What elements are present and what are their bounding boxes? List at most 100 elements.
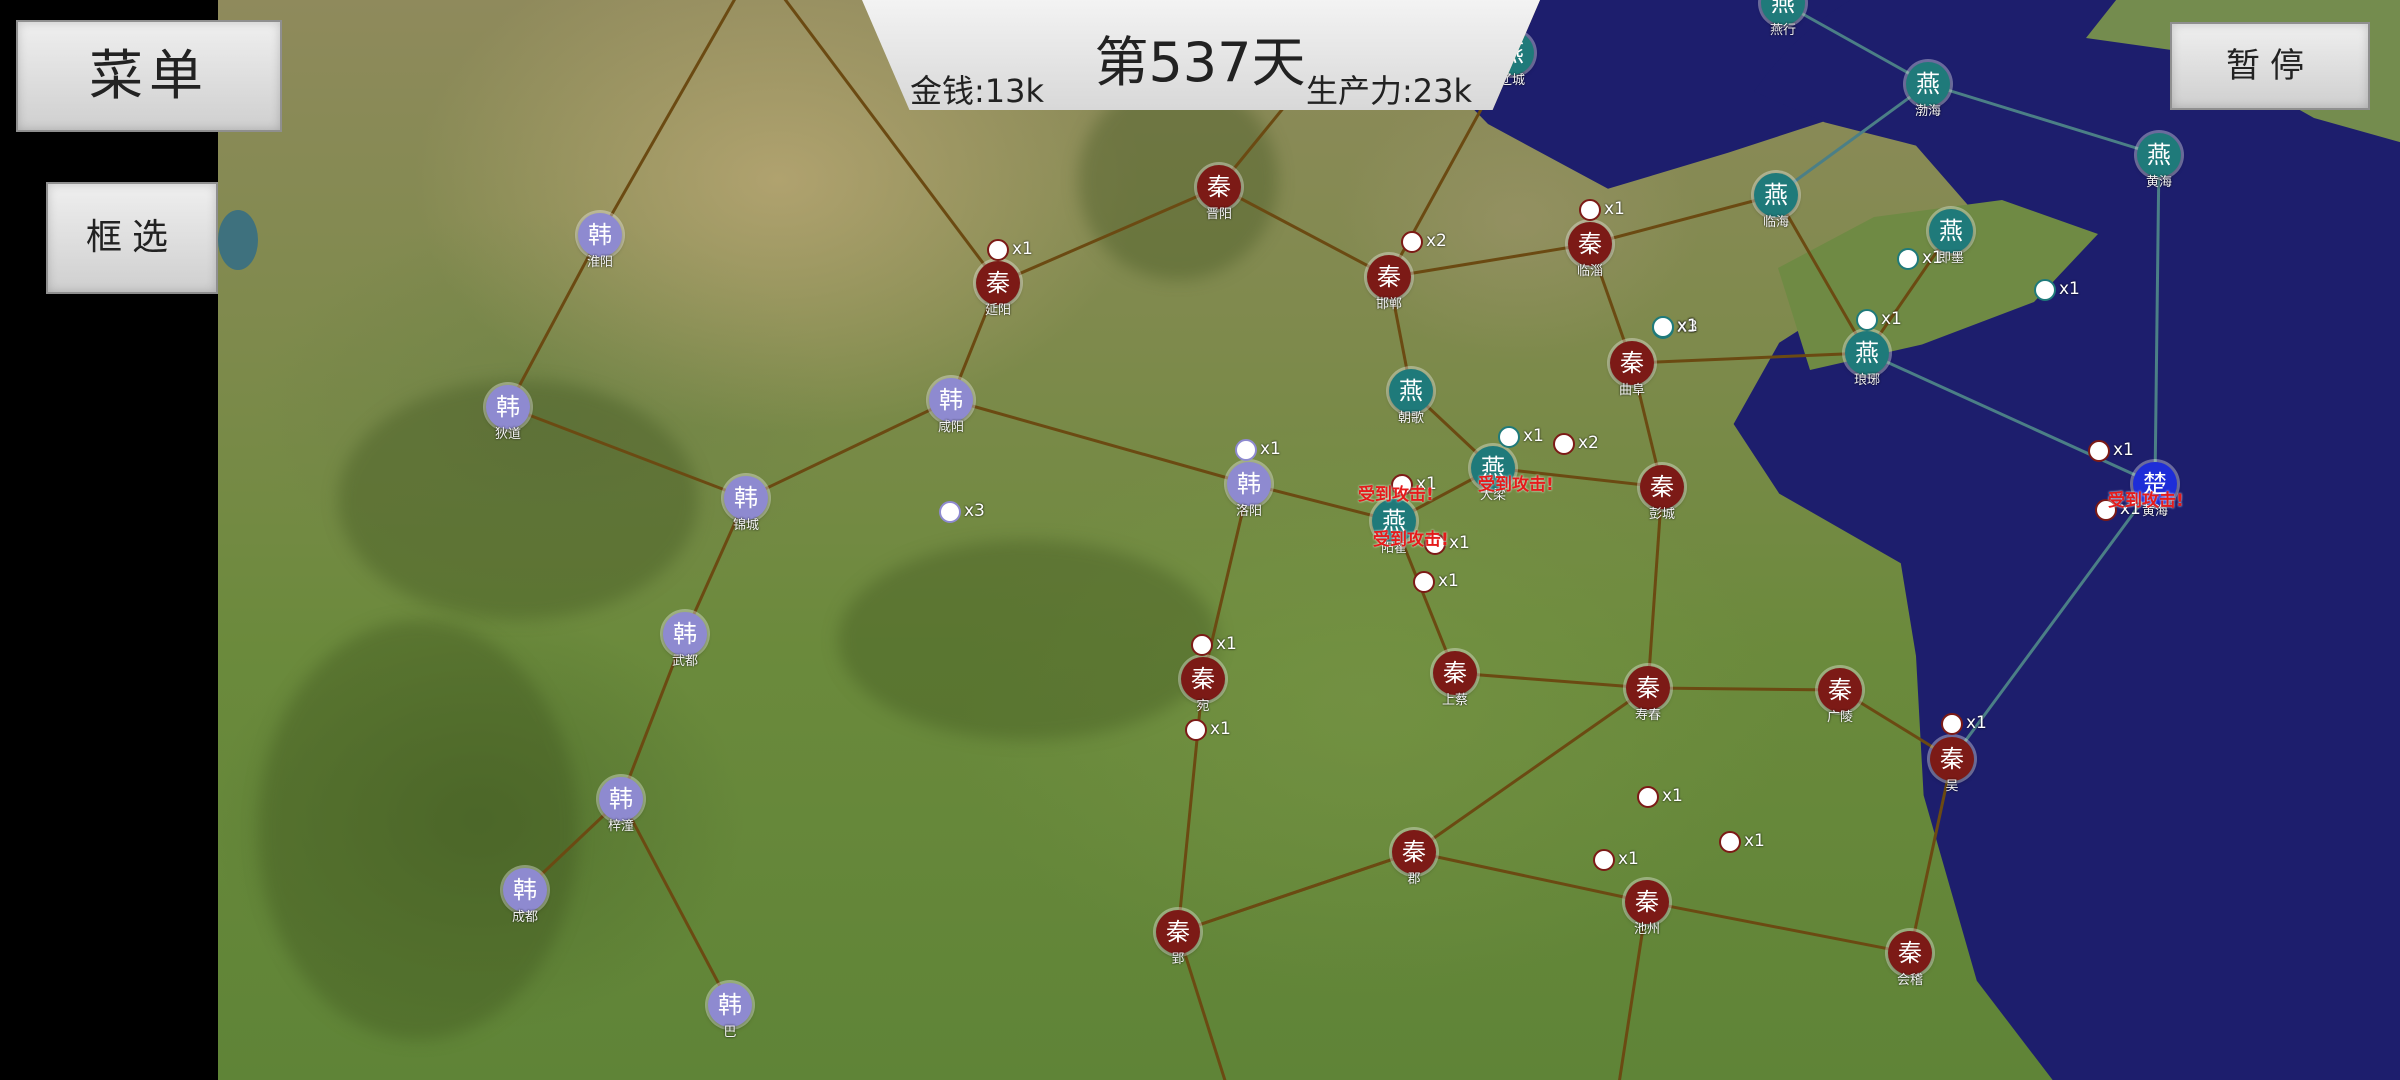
city-name-label: 延阳 <box>984 303 1012 318</box>
army-count: x1 <box>1662 786 1683 806</box>
army-count: x1 <box>1260 439 1281 459</box>
production-readout: 生产力:23k <box>1306 72 1473 110</box>
army-marker[interactable] <box>1719 831 1741 853</box>
route-line <box>745 398 952 500</box>
city-name-label: 彭城 <box>1648 507 1676 522</box>
route-line <box>1774 194 1869 354</box>
route-line <box>598 0 737 236</box>
route-line <box>1218 185 1390 279</box>
army-count: x1 <box>1744 831 1765 851</box>
city-name-label: 上蔡 <box>1441 693 1469 708</box>
army-count: x1 <box>2059 279 2080 299</box>
attack-alert: 受到攻击! <box>1373 530 1449 550</box>
city-name-label: 广陵 <box>1826 710 1854 725</box>
army-marker[interactable] <box>1185 719 1207 741</box>
route-line <box>1647 686 1841 692</box>
army-marker[interactable] <box>939 501 961 523</box>
city-name-label: 寿春 <box>1634 708 1662 723</box>
army-marker[interactable] <box>1413 571 1435 593</box>
army-count: x1 <box>1449 533 1470 553</box>
city-name-label: 会稽 <box>1896 973 1924 988</box>
city-name-label: 淮阳 <box>586 255 614 270</box>
route-line <box>1775 82 1929 197</box>
army-marker[interactable] <box>1941 713 1963 735</box>
army-count: x1 <box>1881 309 1902 329</box>
army-count: x1 <box>1618 849 1639 869</box>
city-name-label: 巴 <box>723 1025 737 1040</box>
box-select-button[interactable]: 框选 <box>46 182 218 294</box>
city-name-label: 洛阳 <box>1235 504 1263 519</box>
city-name-label: 邯郸 <box>1375 297 1403 312</box>
army-count: x1 <box>1012 239 1033 259</box>
pause-button[interactable]: 暂停 <box>2170 22 2370 110</box>
army-marker[interactable] <box>1401 231 1423 253</box>
army-marker[interactable] <box>1856 309 1878 331</box>
route-line <box>507 405 747 500</box>
city-name-label: 临淄 <box>1576 264 1604 279</box>
city-name-label: 渤海 <box>1914 104 1942 119</box>
city-name-label: 吴 <box>1945 779 1959 794</box>
city-name-label: 朝歌 <box>1397 411 1425 426</box>
army-count: x1 <box>1604 199 1625 219</box>
army-marker[interactable] <box>1593 849 1615 871</box>
army-marker[interactable] <box>987 239 1009 261</box>
route-network <box>506 0 2161 1080</box>
city-name-label: 郡 <box>1407 872 1421 887</box>
city-name-label: 黄海 <box>2145 175 2173 190</box>
army-count: x1 <box>1922 248 1943 268</box>
city-name-label: 琅琊 <box>1853 373 1881 388</box>
army-count: x3 <box>964 501 985 521</box>
route-line <box>2153 154 2161 485</box>
money-readout: 金钱:13k <box>910 72 1045 110</box>
army-count: x2 <box>1578 433 1599 453</box>
army-marker[interactable] <box>1897 248 1919 270</box>
city-name-label: 池州 <box>1633 922 1661 937</box>
army-marker[interactable] <box>1553 433 1575 455</box>
army-count: x1 <box>2113 440 2134 460</box>
army-marker[interactable] <box>1235 439 1257 461</box>
attack-alert: 受到攻击! <box>2108 491 2184 511</box>
route-line <box>1454 671 1649 690</box>
route-line <box>1782 1 1929 86</box>
army-marker[interactable] <box>1652 316 1674 338</box>
city-name-label: 武都 <box>671 654 699 669</box>
route-line <box>1176 678 1205 933</box>
menu-button[interactable]: 菜单 <box>16 20 282 132</box>
route-line <box>619 798 732 1006</box>
route-line <box>1646 900 1911 955</box>
army-marker[interactable] <box>1579 199 1601 221</box>
army-count: x1 <box>1438 571 1459 591</box>
city-name-label: 燕行 <box>1769 23 1797 38</box>
army-marker[interactable] <box>1498 426 1520 448</box>
city-name-label: 郢 <box>1171 952 1185 967</box>
city-name-label: 晋阳 <box>1205 207 1233 222</box>
game-screen: 韩淮阳韩狄道韩锦城韩咸阳韩武都韩梓潼韩成都韩巴韩洛阳秦晋阳秦延阳秦邯郸秦临淄秦曲… <box>0 0 2400 1080</box>
army-marker[interactable] <box>2088 440 2110 462</box>
city-name-label: 咸阳 <box>937 420 965 435</box>
army-marker[interactable] <box>1191 634 1213 656</box>
army-marker[interactable] <box>1637 786 1659 808</box>
route-line <box>997 185 1220 285</box>
city-name-label: 狄道 <box>494 427 522 442</box>
route-line <box>1927 82 2160 157</box>
city-name-label: 宛 <box>1196 699 1210 714</box>
city-name-label: 梓潼 <box>607 819 635 834</box>
city-name-label: 曲阜 <box>1618 383 1646 398</box>
army-count: x1 <box>1216 634 1237 654</box>
route-line <box>950 398 1250 486</box>
army-count: x1 <box>1966 713 1987 733</box>
city-name-label: 临海 <box>1762 215 1790 230</box>
route-line <box>1176 931 1227 1080</box>
route-line <box>1866 351 2156 486</box>
attack-alert: 受到攻击! <box>1478 475 1554 495</box>
world-map[interactable]: 韩淮阳韩狄道韩锦城韩咸阳韩武都韩梓潼韩成都韩巴韩洛阳秦晋阳秦延阳秦邯郸秦临淄秦曲… <box>218 0 2400 1080</box>
city-name-label: 锦城 <box>732 518 760 533</box>
army-count: x2 <box>1426 231 1447 251</box>
route-line <box>1177 850 1415 934</box>
city-name-label: 成都 <box>511 910 539 925</box>
route-line <box>1631 351 1868 365</box>
army-count: x1 <box>1523 426 1544 446</box>
army-marker[interactable] <box>2034 279 2056 301</box>
attack-alert: 受到攻击! <box>1358 485 1434 505</box>
route-line <box>1413 686 1649 854</box>
